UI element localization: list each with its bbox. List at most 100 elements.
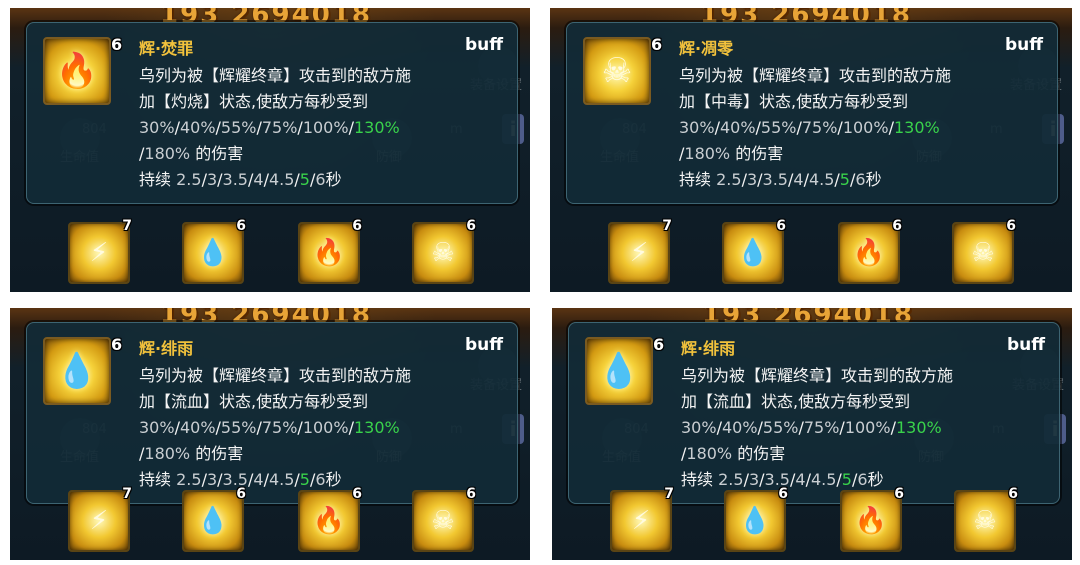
description-line-1: 乌列为被【辉耀终章】攻击到的敌方施 xyxy=(681,366,954,385)
skill-description: 乌列为被【辉耀终章】攻击到的敌方施 加【中毒】状态,使敌方每秒受到 30%/40… xyxy=(679,63,1039,193)
skill-name: 辉·凋零 xyxy=(679,39,734,58)
skill-type-tag: buff xyxy=(1004,35,1043,55)
slot-level: 6 xyxy=(776,218,786,234)
drop-icon: 💧 xyxy=(196,238,230,268)
seconds-unit: 秒 xyxy=(325,170,342,189)
duration-value: 2.5 xyxy=(176,470,202,489)
duration-value: 3 xyxy=(206,470,218,489)
slot-level: 6 xyxy=(466,486,476,502)
percent-value: 55% xyxy=(220,118,257,137)
skill-name: 辉·绯雨 xyxy=(681,339,736,358)
flame-icon: 🔥 xyxy=(312,506,346,536)
damage-percent-tail: /180% 的伤害 xyxy=(679,144,784,163)
flame-icon: 🔥 xyxy=(312,238,346,268)
percent-value: 30% xyxy=(679,118,715,137)
slot-level: 6 xyxy=(352,218,362,234)
skill-slot[interactable]: ☠ 6 xyxy=(954,486,1018,552)
damage-suffix: 的伤害 xyxy=(735,144,784,163)
duration-value: 6 xyxy=(315,170,326,189)
percent-value: 75% xyxy=(803,418,840,437)
skill-slot[interactable]: ☠ 6 xyxy=(412,486,476,552)
slot-level: 6 xyxy=(778,486,788,502)
slot-level: 6 xyxy=(894,486,904,502)
duration-value: 6 xyxy=(857,470,868,489)
seconds-unit: 秒 xyxy=(325,470,342,489)
percent-value-current: 130% xyxy=(353,118,400,137)
skill-slot[interactable]: 💧 6 xyxy=(182,218,246,284)
percent-value: 40% xyxy=(179,418,216,437)
description-line-1: 乌列为被【辉耀终章】攻击到的敌方施 xyxy=(139,366,412,385)
drop-icon: 💧 xyxy=(43,337,111,405)
duration-list: 持续 2.5/3/3.5/4/4.5/5/6秒 xyxy=(139,170,342,189)
percent-value: 40% xyxy=(179,118,216,137)
duration-value: 4.5 xyxy=(810,470,837,489)
duration-value: 4.5 xyxy=(808,170,835,189)
skill-slot[interactable]: ⚡ 7 xyxy=(68,218,132,284)
seconds-unit: 秒 xyxy=(867,470,884,489)
percent-value: 30% xyxy=(139,118,175,137)
seconds-unit: 秒 xyxy=(865,170,882,189)
duration-value: 2.5 xyxy=(716,170,742,189)
duration-value-current: 5 xyxy=(299,470,310,489)
damage-percent-list: 30%/40%/55%/75%/100%/130% xyxy=(679,118,940,137)
duration-value: 3.5 xyxy=(222,170,248,189)
skill-slot[interactable]: 🔥 6 xyxy=(838,218,902,284)
skill-slot[interactable]: ⚡ 7 xyxy=(608,218,672,284)
slot-level: 7 xyxy=(664,486,674,502)
skill-slot[interactable]: 🔥 6 xyxy=(840,486,904,552)
percent-value: 100% xyxy=(302,118,349,137)
skill-slot[interactable]: 💧 6 xyxy=(182,486,246,552)
skill-slot[interactable]: 🔥 6 xyxy=(298,218,362,284)
skill-tooltip: 💧 6 辉·绯雨 buff 乌列为被【辉耀终章】攻击到的敌方施 加【流血】状态,… xyxy=(568,322,1060,504)
skill-slot[interactable]: ☠ 6 xyxy=(412,218,476,284)
flame-icon: 🔥 xyxy=(852,238,886,268)
duration-value: 2.5 xyxy=(718,470,744,489)
skull-icon: ☠ xyxy=(431,506,455,536)
slot-level: 6 xyxy=(236,486,246,502)
slot-level: 7 xyxy=(122,486,132,502)
duration-value: 2.5 xyxy=(176,170,202,189)
duration-value: 4 xyxy=(253,470,264,489)
damage-percent-tail: /180% 的伤害 xyxy=(139,144,244,163)
skill-slot[interactable]: ⚡ 7 xyxy=(610,486,674,552)
percent-value: 75% xyxy=(261,418,298,437)
drop-icon: 💧 xyxy=(585,337,653,405)
duration-label: 持续 xyxy=(139,170,172,189)
skill-level: 6 xyxy=(111,35,123,54)
damage-suffix: 的伤害 xyxy=(737,444,786,463)
duration-label: 持续 xyxy=(139,470,172,489)
description-line-1: 乌列为被【辉耀终章】攻击到的敌方施 xyxy=(139,66,412,85)
drop-icon: 💧 xyxy=(736,238,770,268)
slot-level: 7 xyxy=(662,218,672,234)
damage-percent-list: 30%/40%/55%/75%/100%/130% xyxy=(681,418,942,437)
flame-icon: 🔥 xyxy=(854,506,888,536)
skill-tooltip: 🔥 6 辉·焚罪 buff 乌列为被【辉耀终章】攻击到的敌方施 加【灼烧】状态,… xyxy=(26,22,518,204)
lightning-slash-icon: ⚡ xyxy=(631,506,651,536)
duration-label: 持续 xyxy=(681,470,714,489)
damage-suffix: 的伤害 xyxy=(195,444,244,463)
percent-value: 75% xyxy=(261,118,298,137)
damage-percent-tail: /180% 的伤害 xyxy=(681,444,786,463)
damage-suffix: 的伤害 xyxy=(195,144,244,163)
damage-percent-list: 30%/40%/55%/75%/100%/130% xyxy=(139,418,400,437)
damage-percent-list: 30%/40%/55%/75%/100%/130% xyxy=(139,118,400,137)
percent-value: 100% xyxy=(842,118,889,137)
skill-type-tag: buff xyxy=(1006,335,1045,355)
skill-slot[interactable]: 💧 6 xyxy=(724,486,788,552)
percent-value: 40% xyxy=(721,418,758,437)
skull-icon: ☠ xyxy=(971,238,995,268)
skull-icon: ☠ xyxy=(431,238,455,268)
skill-slot[interactable]: 🔥 6 xyxy=(298,486,362,552)
skill-slot[interactable]: ⚡ 7 xyxy=(68,486,132,552)
description-line-2: 加【中毒】状态,使敌方每秒受到 xyxy=(679,92,909,111)
duration-value: 3.5 xyxy=(762,170,788,189)
slot-level: 6 xyxy=(892,218,902,234)
duration-value: 3 xyxy=(206,170,218,189)
percent-value: 180% xyxy=(144,444,191,463)
skill-slot[interactable]: 💧 6 xyxy=(722,218,786,284)
percent-value: 180% xyxy=(144,144,191,163)
skill-slot[interactable]: ☠ 6 xyxy=(952,218,1016,284)
description-line-2: 加【流血】状态,使敌方每秒受到 xyxy=(139,392,369,411)
duration-value: 4.5 xyxy=(268,170,295,189)
duration-value: 3 xyxy=(748,470,760,489)
